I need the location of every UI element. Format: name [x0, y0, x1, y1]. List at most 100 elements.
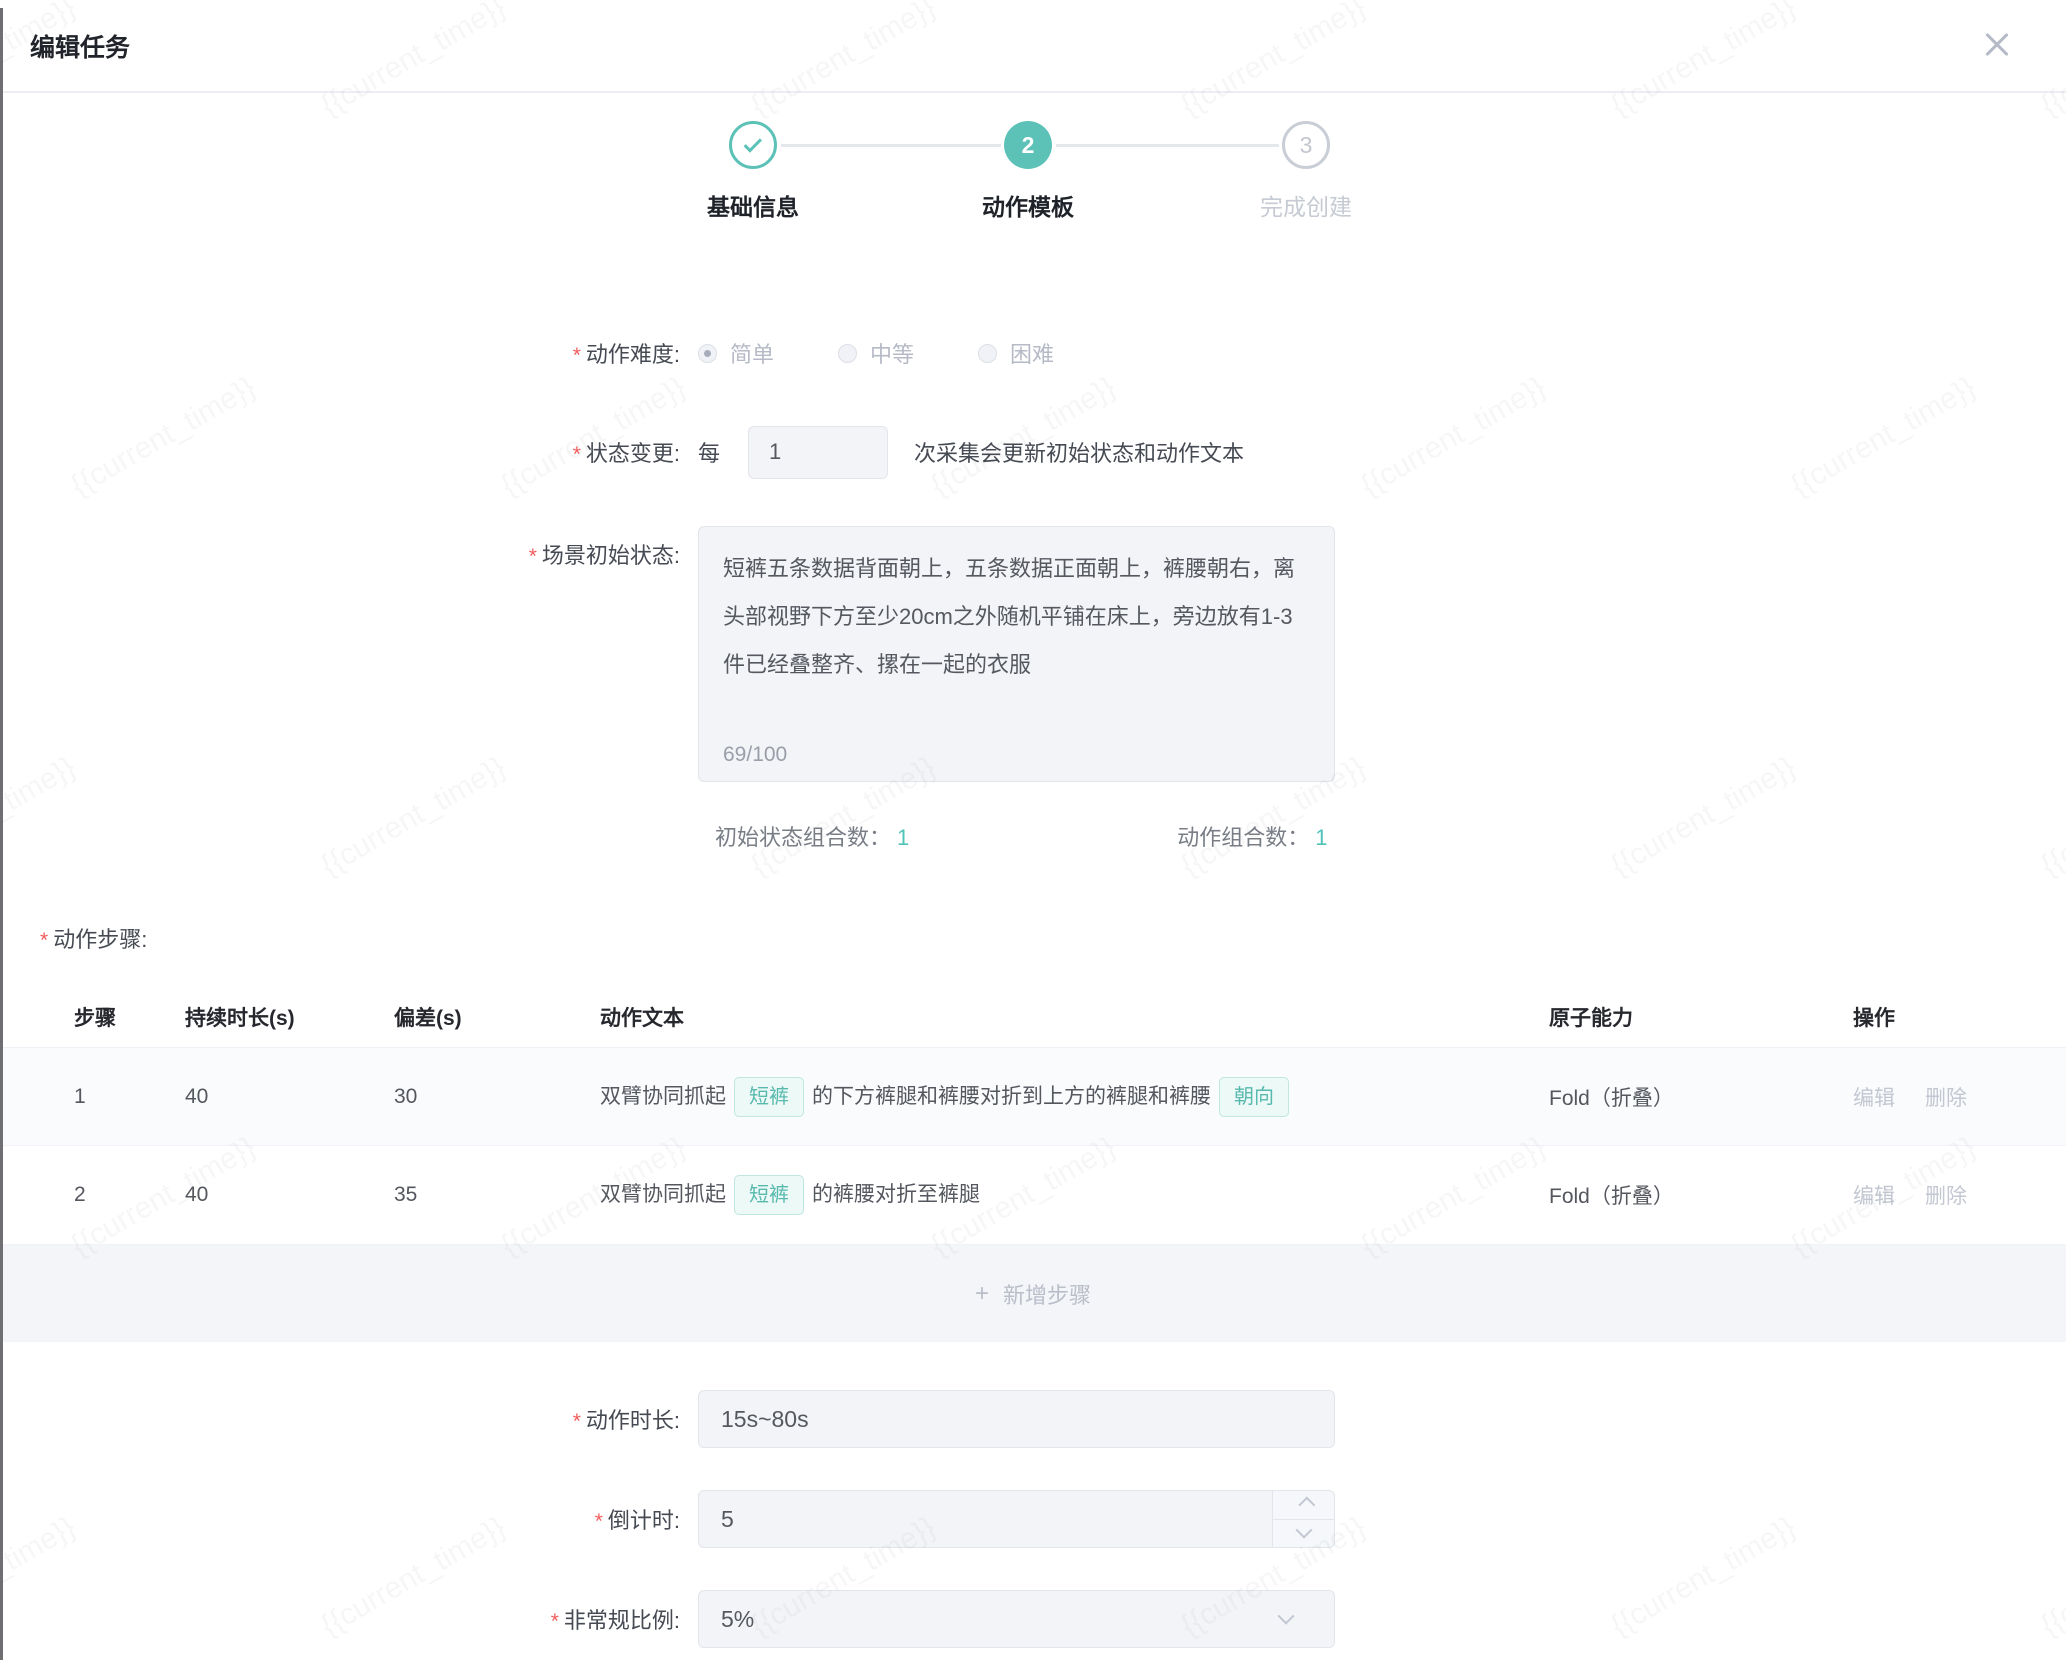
step-3-label: 完成创建 [1186, 188, 1426, 222]
dialog-body: *动作难度: 简单 中等 困难 *状态变更: 每 次采集会更新初始状态和动作文本 [0, 335, 2066, 1648]
table-row: 2 40 35 双臂协同抓起短裤的裤腰对折至裤腿 Fold（折叠） 编辑 删除 [0, 1146, 2066, 1245]
cell-duration: 40 [185, 1085, 394, 1109]
check-icon [743, 134, 761, 152]
cell-ability: Fold（折叠） [1549, 1180, 1853, 1210]
chevron-down-icon [1295, 1522, 1312, 1539]
action-steps-section-label: *动作步骤: [0, 922, 2066, 954]
cell-operations: 编辑 删除 [1853, 1180, 2066, 1210]
countdown-input[interactable] [698, 1490, 1335, 1548]
orientation-tag: 朝向 [1219, 1077, 1289, 1117]
dialog-header: 编辑任务 [0, 0, 2066, 93]
object-tag: 短裤 [734, 1175, 804, 1215]
step-2-circle-active[interactable]: 2 [1004, 121, 1052, 169]
state-change-input[interactable] [748, 426, 888, 479]
action-steps-table: 步骤 持续时长(s) 偏差(s) 动作文本 原子能力 操作 1 40 30 双臂… [0, 987, 2066, 1342]
add-step-button[interactable]: + 新增步骤 [0, 1245, 2066, 1342]
chevron-down-icon [1278, 1608, 1295, 1625]
step-connector [1056, 144, 1279, 147]
countdown-stepper [698, 1490, 1335, 1548]
required-asterisk: * [595, 1510, 603, 1533]
countdown-label: *倒计时: [0, 1503, 698, 1535]
required-asterisk: * [40, 929, 48, 952]
col-header-duration: 持续时长(s) [185, 1002, 394, 1032]
unusual-ratio-label: *非常规比例: [0, 1603, 698, 1635]
close-icon[interactable] [1980, 28, 2014, 62]
cell-ability: Fold（折叠） [1549, 1082, 1853, 1112]
radio-easy[interactable]: 简单 [698, 337, 774, 369]
state-change-suffix: 次采集会更新初始状态和动作文本 [914, 436, 1244, 468]
action-combo: 动作组合数：1 [1177, 820, 1327, 856]
step-1-label: 基础信息 [633, 188, 873, 222]
step-2-label: 动作模板 [908, 188, 1148, 222]
cell-duration: 40 [185, 1183, 394, 1207]
radio-circle-icon[interactable] [838, 344, 857, 363]
step-1-circle-done[interactable] [729, 121, 777, 169]
state-change-row: *状态变更: 每 次采集会更新初始状态和动作文本 [0, 425, 2066, 479]
unusual-ratio-row: *非常规比例: 5% [0, 1590, 2066, 1648]
initial-state-textarea-wrap: 短裤五条数据背面朝上，五条数据正面朝上，裤腰朝右，离头部视野下方至少20cm之外… [698, 526, 1335, 782]
required-asterisk: * [573, 443, 581, 466]
initial-state-textarea[interactable]: 短裤五条数据背面朝上，五条数据正面朝上，裤腰朝右，离头部视野下方至少20cm之外… [699, 527, 1334, 717]
radio-circle-icon[interactable] [978, 344, 997, 363]
combos-row: 初始状态组合数：1 动作组合数：1 [0, 820, 2066, 856]
wizard-stepper: 2 3 基础信息 动作模板 完成创建 [0, 121, 2066, 243]
col-header-operations: 操作 [1853, 1002, 2066, 1032]
radio-hard-label: 困难 [1010, 337, 1054, 369]
dialog-title: 编辑任务 [30, 28, 130, 64]
spinner-buttons [1272, 1491, 1334, 1547]
plus-icon: + [975, 1280, 989, 1308]
col-header-action-text: 动作文本 [600, 1002, 1549, 1032]
radio-hard[interactable]: 困难 [978, 337, 1054, 369]
radio-medium[interactable]: 中等 [838, 337, 914, 369]
edit-link[interactable]: 编辑 [1853, 1087, 1895, 1110]
cell-deviation: 35 [394, 1183, 600, 1207]
table-row: 1 40 30 双臂协同抓起短裤的下方裤腿和裤腰对折到上方的裤腿和裤腰朝向 Fo… [0, 1047, 2066, 1146]
col-header-step: 步骤 [74, 1002, 185, 1032]
char-counter: 69/100 [723, 743, 787, 767]
duration-label: *动作时长: [0, 1403, 698, 1435]
radio-easy-label: 简单 [730, 337, 774, 369]
edit-link[interactable]: 编辑 [1853, 1185, 1895, 1208]
initial-combo-value: 1 [897, 825, 909, 850]
step-connector [781, 144, 1001, 147]
action-combo-value: 1 [1315, 825, 1327, 850]
difficulty-row: *动作难度: 简单 中等 困难 [0, 335, 2066, 371]
delete-link[interactable]: 删除 [1925, 1087, 1967, 1110]
duration-input[interactable] [698, 1390, 1335, 1448]
radio-circle-icon[interactable] [698, 344, 717, 363]
cell-step: 1 [74, 1085, 185, 1109]
page-edge-strip [0, 8, 3, 1660]
action-combo-label: 动作组合数： [1177, 825, 1309, 850]
col-header-atomic-ability: 原子能力 [1549, 1002, 1853, 1032]
delete-link[interactable]: 删除 [1925, 1185, 1967, 1208]
table-header-row: 步骤 持续时长(s) 偏差(s) 动作文本 原子能力 操作 [0, 987, 2066, 1047]
add-step-label: 新增步骤 [1003, 1278, 1091, 1310]
step-number: 2 [1022, 132, 1035, 159]
state-change-prefix: 每 [698, 436, 720, 468]
radio-medium-label: 中等 [870, 337, 914, 369]
unusual-ratio-select[interactable]: 5% [698, 1590, 1335, 1648]
duration-row: *动作时长: [0, 1390, 2066, 1448]
required-asterisk: * [573, 344, 581, 367]
step-3-circle-pending[interactable]: 3 [1282, 121, 1330, 169]
required-asterisk: * [573, 1410, 581, 1433]
decrement-button[interactable] [1272, 1519, 1334, 1548]
col-header-deviation: 偏差(s) [394, 1002, 600, 1032]
cell-deviation: 30 [394, 1085, 600, 1109]
countdown-row: *倒计时: [0, 1490, 2066, 1548]
cell-action-text: 双臂协同抓起短裤的裤腰对折至裤腿 [600, 1175, 1549, 1215]
cell-step: 2 [74, 1183, 185, 1207]
initial-state-row: *场景初始状态: 短裤五条数据背面朝上，五条数据正面朝上，裤腰朝右，离头部视野下… [0, 526, 2066, 782]
state-change-label: *状态变更: [0, 436, 698, 468]
initial-combo: 初始状态组合数：1 [715, 820, 909, 856]
chevron-up-icon [1298, 1496, 1315, 1513]
selected-value: 5% [721, 1606, 754, 1633]
initial-combo-label: 初始状态组合数： [715, 825, 891, 850]
increment-button[interactable] [1272, 1491, 1334, 1519]
object-tag: 短裤 [734, 1077, 804, 1117]
difficulty-label: *动作难度: [0, 337, 698, 369]
cell-action-text: 双臂协同抓起短裤的下方裤腿和裤腰对折到上方的裤腿和裤腰朝向 [600, 1077, 1549, 1117]
required-asterisk: * [529, 545, 537, 568]
required-asterisk: * [551, 1610, 559, 1633]
initial-state-label: *场景初始状态: [0, 526, 698, 570]
